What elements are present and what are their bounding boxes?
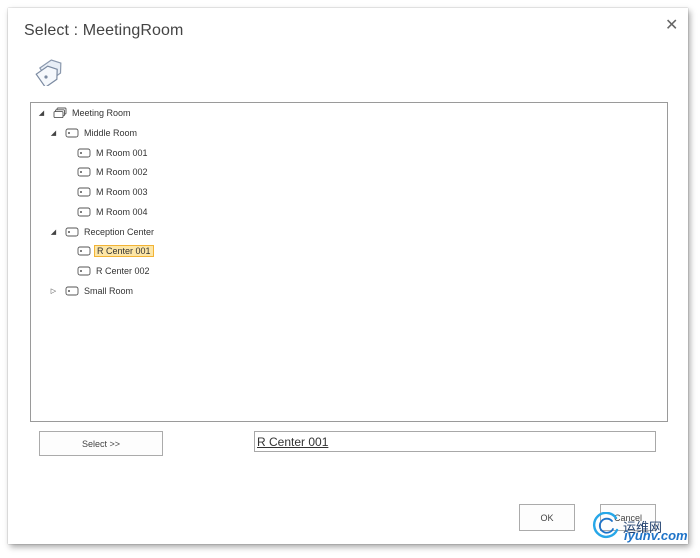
expanded-toggle-icon[interactable]: ◢ — [49, 228, 58, 236]
tree-node-label: Meeting Room — [72, 108, 131, 118]
room-tag-icon — [77, 167, 91, 177]
watermark-domain: iyunv.com — [624, 528, 688, 543]
tree-node-r-center-002[interactable]: R Center 002 — [61, 262, 152, 280]
select-button[interactable]: Select >> — [39, 431, 163, 456]
tree-node-label: Reception Center — [84, 227, 155, 237]
tree-node-reception-center[interactable]: ◢ Reception Center — [49, 223, 156, 241]
tree-node-label: M Room 001 — [96, 148, 148, 158]
select-dialog: Select : MeetingRoom ✕ ◢ Meeting Room ◢ — [8, 8, 688, 544]
room-tree[interactable]: ◢ Meeting Room ◢ Middle Room M Room 001 … — [30, 102, 668, 422]
tree-node-label: M Room 003 — [96, 187, 148, 197]
selected-value-field[interactable]: R Center 001 — [254, 431, 656, 452]
room-tag-icon — [65, 286, 79, 296]
room-tag-icon — [77, 246, 91, 256]
site-watermark: 运维网 iyunv.com — [592, 512, 688, 543]
tree-node-m-room-002[interactable]: M Room 002 — [61, 163, 150, 181]
room-tag-icon — [77, 148, 91, 158]
tree-node-middle-room[interactable]: ◢ Middle Room — [49, 124, 139, 142]
watermark-logo-icon — [592, 512, 620, 540]
room-tag-icon — [77, 266, 91, 276]
tree-node-label: M Room 004 — [96, 207, 148, 217]
tree-node-label: Middle Room — [84, 128, 138, 138]
tree-node-label: R Center 001 — [94, 245, 154, 257]
tree-node-label: R Center 002 — [96, 266, 150, 276]
tree-node-label: Small Room — [84, 286, 134, 296]
ok-button[interactable]: OK — [519, 504, 575, 531]
tree-node-m-room-001[interactable]: M Room 001 — [61, 144, 150, 162]
expanded-toggle-icon[interactable]: ◢ — [49, 129, 58, 137]
room-tag-icon — [65, 227, 79, 237]
tree-node-label: M Room 002 — [96, 167, 148, 177]
room-tag-icon — [77, 187, 91, 197]
close-icon[interactable]: ✕ — [665, 18, 678, 34]
tree-node-r-center-001[interactable]: R Center 001 — [61, 242, 154, 260]
collapsed-toggle-icon[interactable]: ▷ — [49, 287, 58, 295]
dialog-title: Select : MeetingRoom — [24, 22, 184, 39]
tree-node-m-room-004[interactable]: M Room 004 — [61, 203, 150, 221]
room-tag-icon — [77, 207, 91, 217]
tree-node-meeting-room[interactable]: ◢ Meeting Room — [37, 104, 133, 122]
room-tag-icon — [65, 128, 79, 138]
tree-node-m-room-003[interactable]: M Room 003 — [61, 183, 150, 201]
tree-node-small-room[interactable]: ▷ Small Room — [49, 282, 135, 300]
meeting-room-group-icon — [53, 107, 67, 119]
expanded-toggle-icon[interactable]: ◢ — [37, 109, 46, 117]
tags-icon — [35, 58, 65, 91]
